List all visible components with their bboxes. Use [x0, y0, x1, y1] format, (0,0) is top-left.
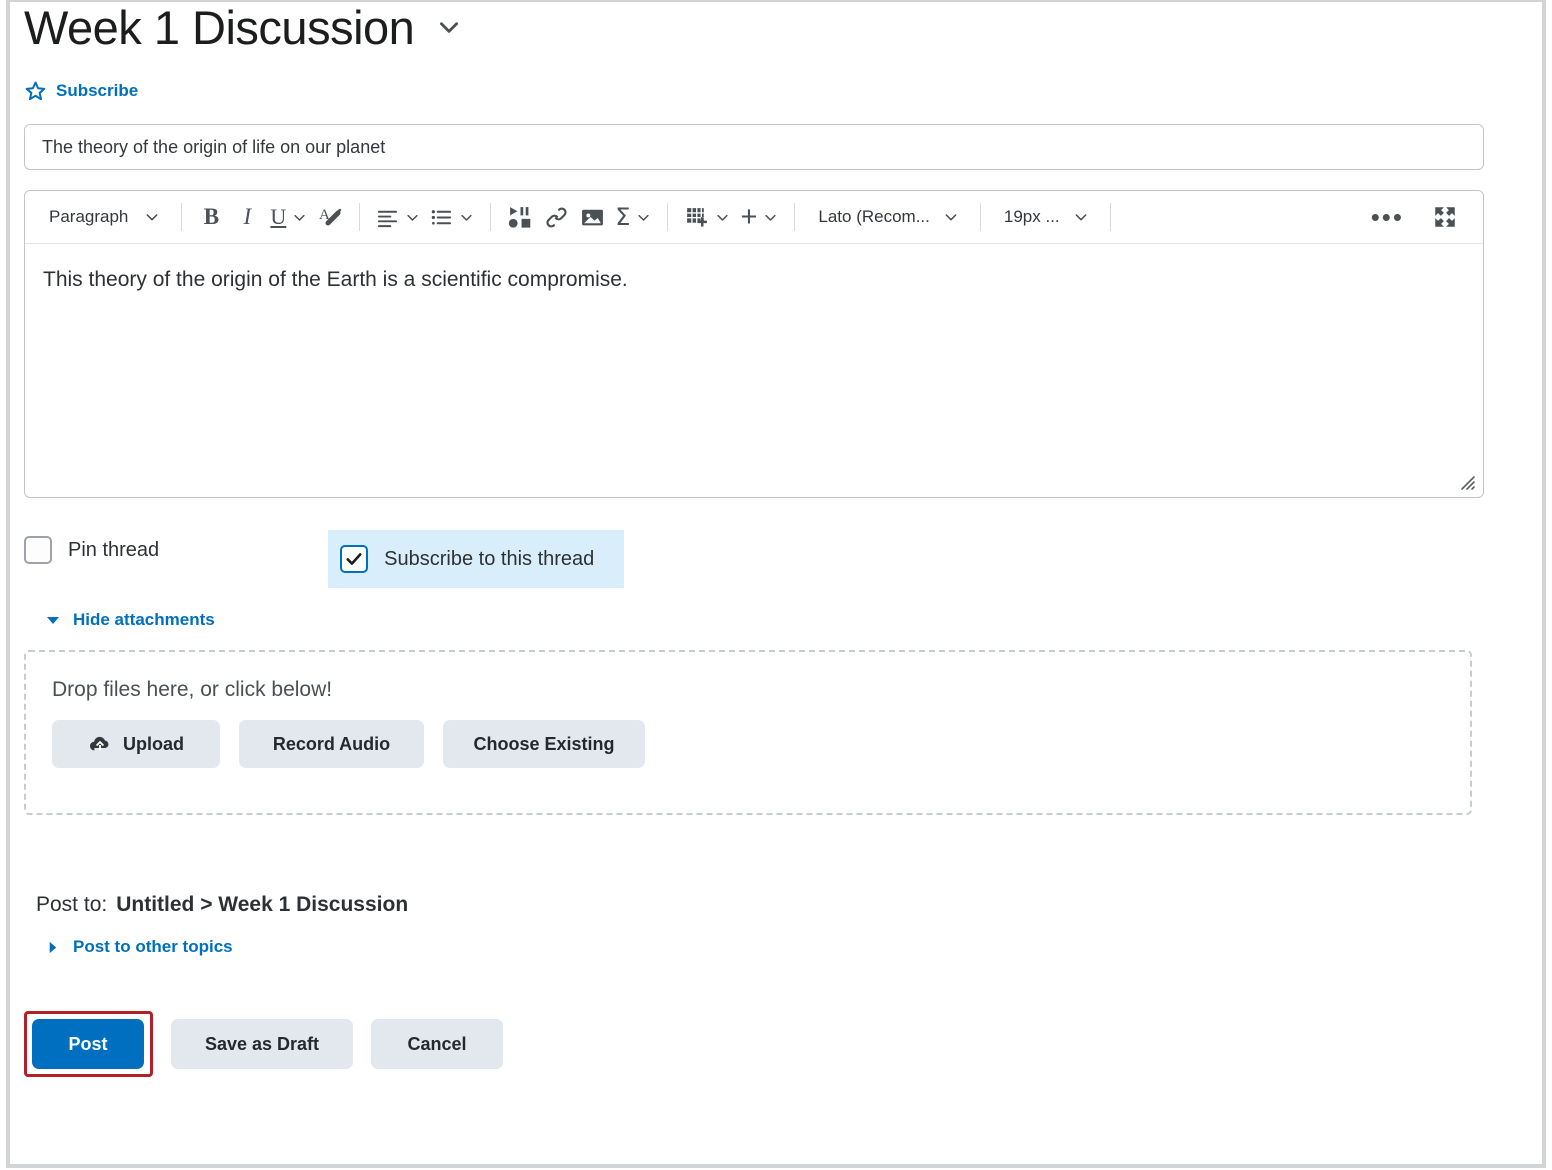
- chevron-down-icon: [405, 210, 420, 225]
- editor-toolbar: Paragraph B I U A Σ + Lato (Recom... 19p…: [25, 191, 1483, 244]
- insert-media-icon[interactable]: [502, 199, 538, 235]
- toolbar-divider: [359, 203, 361, 231]
- subscribe-thread-option[interactable]: Subscribe to this thread: [328, 530, 625, 588]
- bullet-list-icon[interactable]: [425, 199, 479, 235]
- post-to-label: Post to:: [36, 893, 108, 916]
- post-to-other-topics-toggle[interactable]: Post to other topics: [24, 935, 1528, 959]
- dropzone-text: Drop files here, or click below!: [52, 678, 333, 701]
- sigma-label: Σ: [615, 203, 631, 231]
- font-size-dropdown[interactable]: 19px ...: [992, 199, 1099, 235]
- pin-thread-label: Pin thread: [68, 538, 160, 561]
- subject-input-value: The theory of the origin of life on our …: [42, 136, 386, 157]
- post-button-label: Post: [68, 1033, 108, 1054]
- italic-label: I: [243, 204, 252, 229]
- file-dropzone[interactable]: Drop files here, or click below! Upload …: [24, 650, 1472, 815]
- subject-input[interactable]: The theory of the origin of life on our …: [24, 124, 1484, 170]
- rich-text-editor: Paragraph B I U A Σ + Lato (Recom... 19p…: [24, 190, 1484, 498]
- resize-grip-icon[interactable]: [1458, 473, 1478, 493]
- insert-link-icon[interactable]: [538, 199, 574, 235]
- chevron-down-icon: [292, 210, 307, 225]
- font-family-label: Lato (Recom...: [818, 207, 930, 226]
- subscribe-thread-checkbox[interactable]: [340, 545, 369, 573]
- discussion-post-page: Week 1 Discussion Subscribe The theory o…: [6, 0, 1546, 1168]
- chevron-down-icon: [459, 210, 474, 225]
- cancel-button-label: Cancel: [407, 1033, 467, 1054]
- subscribe-thread-label: Subscribe to this thread: [384, 547, 595, 570]
- insert-image-icon[interactable]: [574, 199, 610, 235]
- action-buttons: Post Save as Draft Cancel: [24, 1011, 1528, 1077]
- subscribe-label: Subscribe: [56, 81, 139, 100]
- post-to-path: Untitled > Week 1 Discussion: [116, 893, 409, 916]
- page-title: Week 1 Discussion: [24, 0, 415, 54]
- pin-thread-checkbox[interactable]: [24, 536, 52, 564]
- star-outline-icon: [24, 80, 47, 103]
- triangle-down-icon: [46, 613, 60, 627]
- chevron-down-icon: [715, 210, 730, 225]
- post-button-highlight: Post: [24, 1011, 153, 1077]
- hide-attachments-toggle[interactable]: Hide attachments: [24, 608, 1528, 632]
- chevron-down-icon[interactable]: [436, 14, 462, 40]
- toolbar-divider: [181, 203, 183, 231]
- chevron-down-icon: [1073, 209, 1089, 225]
- pin-thread-option[interactable]: Pin thread: [24, 530, 173, 570]
- toolbar-divider: [979, 203, 981, 231]
- chevron-down-icon: [763, 210, 778, 225]
- editor-body-text: This theory of the origin of the Earth i…: [43, 268, 628, 291]
- paragraph-style-label: Paragraph: [49, 207, 129, 226]
- dropzone-buttons: Upload Record Audio Choose Existing: [52, 720, 1444, 768]
- post-to-row: Post to: Untitled > Week 1 Discussion: [24, 893, 1528, 917]
- equation-icon[interactable]: Σ: [610, 199, 656, 235]
- save-as-draft-label: Save as Draft: [204, 1033, 320, 1054]
- insert-table-icon[interactable]: [679, 199, 735, 235]
- post-to-other-topics-label: Post to other topics: [73, 937, 233, 956]
- editor-content-area[interactable]: This theory of the origin of the Earth i…: [25, 244, 1483, 496]
- clear-formatting-icon[interactable]: A: [312, 199, 348, 235]
- save-as-draft-button[interactable]: Save as Draft: [171, 1019, 353, 1069]
- toolbar-divider: [667, 203, 669, 231]
- chevron-down-icon: [144, 209, 160, 225]
- record-audio-button[interactable]: Record Audio: [239, 720, 424, 768]
- upload-button-label: Upload: [123, 733, 184, 754]
- paragraph-style-dropdown[interactable]: Paragraph: [37, 199, 170, 235]
- toolbar-divider: [490, 203, 492, 231]
- triangle-right-icon: [46, 941, 59, 954]
- choose-existing-button-label: Choose Existing: [473, 733, 615, 754]
- post-button[interactable]: Post: [32, 1019, 144, 1069]
- page-header: Week 1 Discussion: [24, 0, 1528, 58]
- subscribe-link[interactable]: Subscribe: [24, 78, 1528, 104]
- underline-label: U: [270, 204, 287, 229]
- record-audio-button-label: Record Audio: [272, 733, 391, 754]
- chevron-down-icon: [943, 209, 959, 225]
- choose-existing-button[interactable]: Choose Existing: [443, 720, 645, 768]
- toolbar-divider: [1109, 203, 1111, 231]
- font-family-dropdown[interactable]: Lato (Recom...: [806, 199, 969, 235]
- bold-label: B: [203, 204, 220, 229]
- hide-attachments-label: Hide attachments: [73, 610, 215, 629]
- upload-button[interactable]: Upload: [52, 720, 220, 768]
- toolbar-divider: [794, 203, 796, 231]
- font-size-label: 19px ...: [1003, 207, 1060, 226]
- cancel-button[interactable]: Cancel: [371, 1019, 503, 1069]
- italic-button[interactable]: I: [229, 199, 265, 235]
- thread-options: Pin thread Subscribe to this thread: [24, 530, 1528, 590]
- plus-label: +: [740, 200, 758, 233]
- underline-button[interactable]: U: [265, 199, 312, 235]
- more-options-label: •••: [1370, 201, 1404, 232]
- chevron-down-icon: [636, 210, 651, 225]
- fullscreen-icon[interactable]: [1427, 199, 1463, 235]
- more-options-icon[interactable]: •••: [1366, 199, 1409, 235]
- add-more-icon[interactable]: +: [735, 199, 783, 235]
- cloud-upload-icon: [88, 732, 112, 756]
- align-left-icon[interactable]: [371, 199, 425, 235]
- bold-button[interactable]: B: [193, 199, 229, 235]
